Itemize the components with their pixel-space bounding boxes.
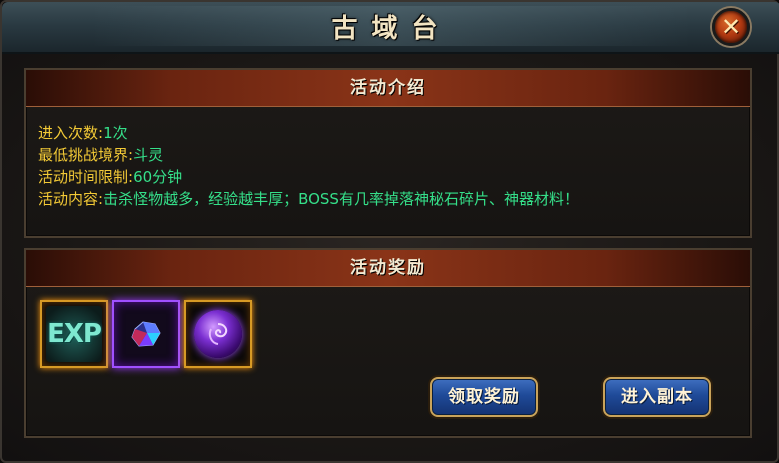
content-value: 击杀怪物越多，经验越丰厚；BOSS有几率掉落神秘石碎片、神器材料！ bbox=[103, 190, 579, 208]
activity-rewards-header: 活动奖励 bbox=[26, 250, 750, 287]
entry-count-value: 1次 bbox=[103, 124, 128, 142]
min-realm-value: 斗灵 bbox=[133, 146, 164, 164]
min-realm-row: 最低挑战境界:斗灵 bbox=[38, 144, 579, 166]
activity-info: 进入次数:1次 最低挑战境界:斗灵 活动时间限制:60分钟 活动内容:击杀怪物越… bbox=[38, 122, 579, 210]
time-limit-label: 活动时间限制: bbox=[38, 168, 134, 186]
close-button[interactable]: ✕ bbox=[712, 8, 750, 46]
dialog-title: 古域台 bbox=[331, 14, 452, 44]
reward-slot-gem[interactable] bbox=[112, 300, 180, 368]
gem-icon bbox=[131, 321, 161, 347]
dungeon-dialog: 古域台 ✕ 活动介绍 进入次数:1次 最低挑战境界:斗灵 活动时间限制:60分钟… bbox=[0, 0, 779, 463]
claim-reward-button[interactable]: 领取奖励 bbox=[430, 377, 538, 417]
entry-count-label: 进入次数: bbox=[38, 124, 104, 142]
exp-icon: EXP bbox=[47, 319, 102, 349]
entry-count-row: 进入次数:1次 bbox=[38, 122, 579, 144]
time-limit-row: 活动时间限制:60分钟 bbox=[38, 166, 579, 188]
title-bar: 古域台 ✕ bbox=[2, 2, 779, 54]
activity-intro-header: 活动介绍 bbox=[26, 70, 750, 107]
swirl-icon bbox=[208, 323, 228, 345]
min-realm-label: 最低挑战境界: bbox=[38, 146, 134, 164]
content-row: 活动内容:击杀怪物越多，经验越丰厚；BOSS有几率掉落神秘石碎片、神器材料！ bbox=[38, 188, 579, 210]
close-icon: ✕ bbox=[720, 13, 742, 41]
enter-dungeon-button[interactable]: 进入副本 bbox=[603, 377, 711, 417]
time-limit-value: 60分钟 bbox=[133, 168, 183, 186]
activity-intro-panel: 活动介绍 进入次数:1次 最低挑战境界:斗灵 活动时间限制:60分钟 活动内容:… bbox=[24, 68, 752, 238]
reward-slots: EXP bbox=[40, 300, 252, 368]
reward-slot-orb[interactable] bbox=[184, 300, 252, 368]
content-label: 活动内容: bbox=[38, 190, 104, 208]
purple-orb-icon bbox=[194, 310, 242, 358]
reward-slot-exp[interactable]: EXP bbox=[40, 300, 108, 368]
